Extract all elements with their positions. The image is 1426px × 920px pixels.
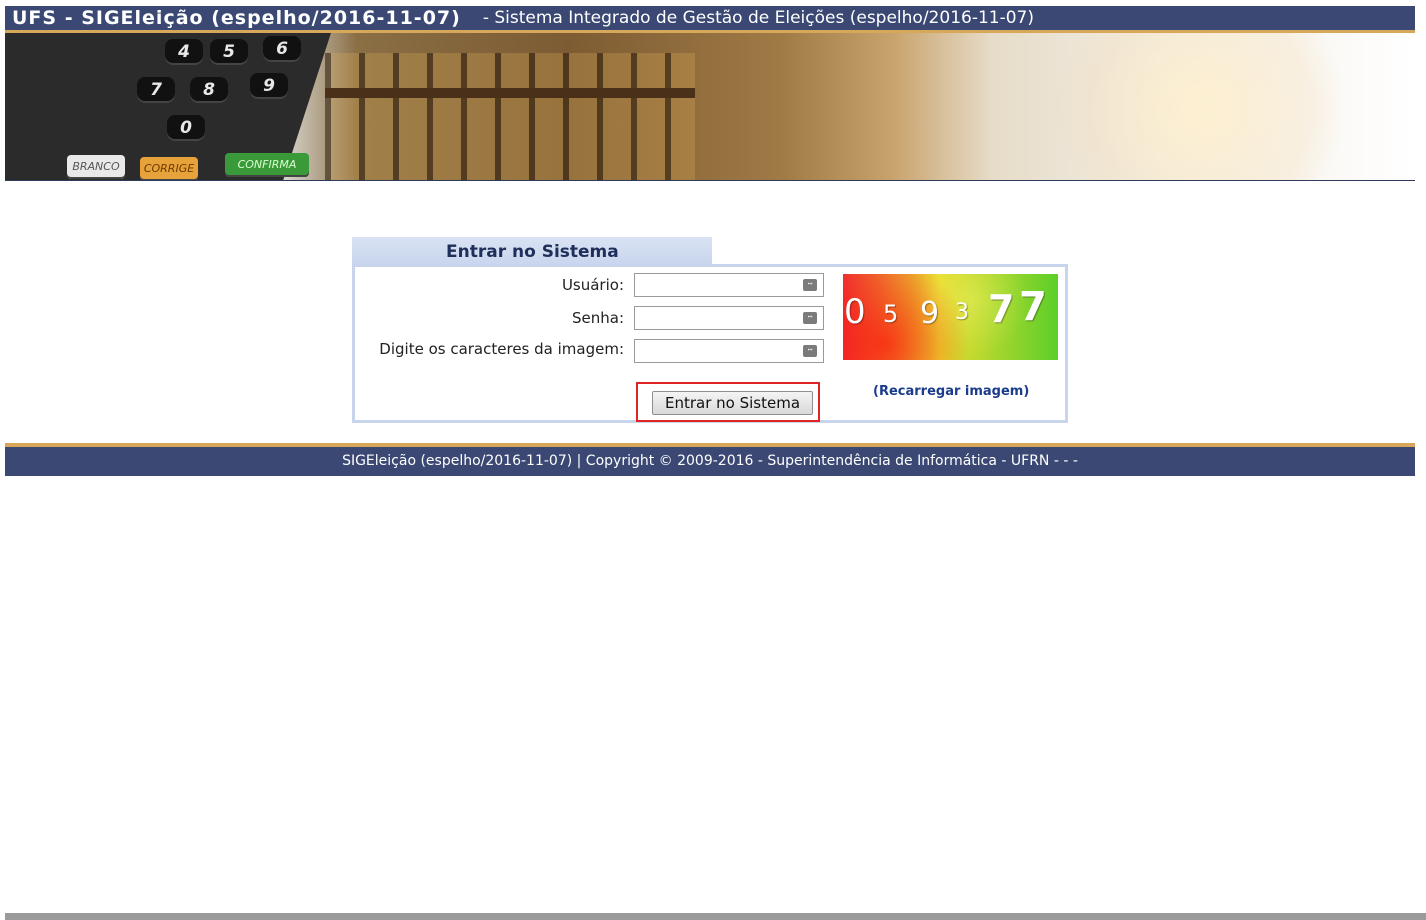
username-label: Usuário: [561,276,624,294]
banner-sun-emblem [1035,33,1365,180]
login-tab-title: Entrar no Sistema [352,237,712,267]
keypad-key: 5 [210,39,248,65]
captcha-digit: 9 [920,296,940,331]
keyboard-icon[interactable]: ⋯ [803,312,817,324]
captcha-label: Digite os caracteres da imagem: [379,340,624,358]
captcha-image: 0 5 9 3 7 7 [843,274,1058,360]
keypad-key: 0 [167,115,205,141]
reload-captcha-link[interactable]: (Recarregar imagem) [873,384,1029,399]
captcha-digit: 7 [988,287,1015,331]
keypad-key: 7 [137,77,175,103]
keypad-confirma-key: CONFIRMA [225,153,309,177]
captcha-digit: 0 [844,292,866,332]
banner-building [325,53,695,180]
keyboard-icon[interactable]: ⋯ [803,345,817,357]
keypad-branco-key: BRANCO [67,155,125,179]
keyboard-icon[interactable]: ⋯ [803,279,817,291]
captcha-digit: 5 [883,300,899,328]
banner-image: 4 5 6 7 8 9 0 BRANCO CORRIGE CONFIRMA [5,33,1415,181]
keypad-corrige-key: CORRIGE [140,157,198,180]
bottom-scrollbar-strip [5,913,1426,920]
captcha-field[interactable] [634,339,824,363]
app-subtitle: - Sistema Integrado de Gestão de Eleiçõe… [482,8,1034,28]
captcha-digit: 7 [1019,284,1047,330]
username-field[interactable] [634,273,824,297]
password-label: Senha: [571,309,624,327]
title-bar: UFS - SIGEleição (espelho/2016-11-07) - … [5,6,1415,33]
keypad-key: 8 [190,77,228,103]
footer: SIGEleição (espelho/2016-11-07) | Copyri… [5,443,1415,476]
app-title: UFS - SIGEleição (espelho/2016-11-07) [12,7,461,29]
keypad-key: 4 [165,39,203,65]
password-field[interactable] [634,306,824,330]
footer-text: SIGEleição (espelho/2016-11-07) | Copyri… [342,453,1078,469]
keypad-key: 9 [250,73,288,99]
keypad-key: 6 [263,36,301,62]
captcha-digit: 3 [955,300,969,325]
login-submit-button[interactable]: Entrar no Sistema [652,391,813,415]
banner-beam [325,88,695,98]
